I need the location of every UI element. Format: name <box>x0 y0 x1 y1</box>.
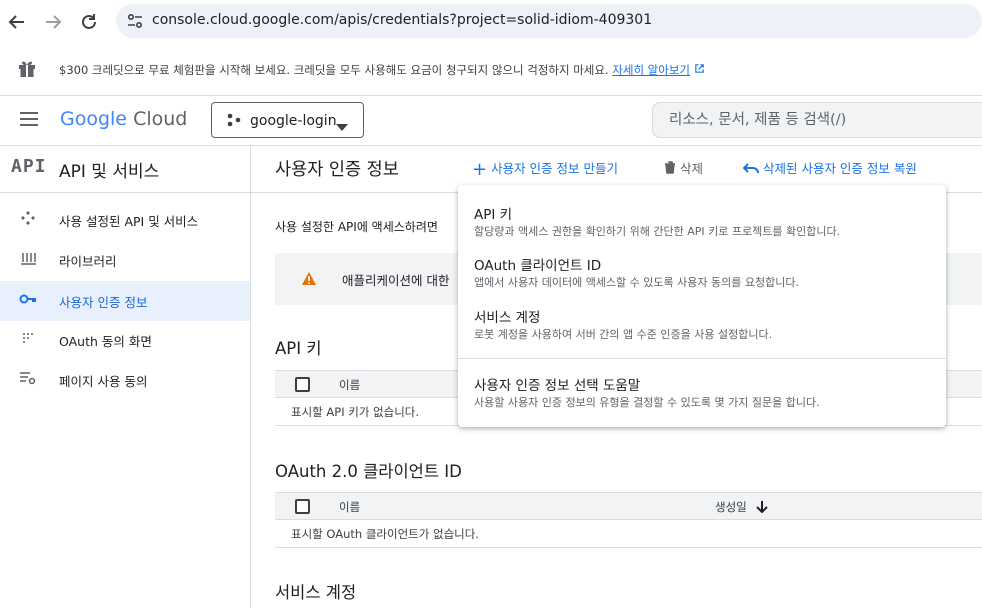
sidebar-header: API API 및 서비스 <box>0 146 250 193</box>
restore-deleted-credentials-button[interactable]: 삭제된 사용자 인증 정보 복원 <box>742 158 917 177</box>
address-bar[interactable]: console.cloud.google.com/apis/credential… <box>116 4 982 38</box>
project-selector[interactable]: google-login <box>211 102 364 138</box>
library-icon <box>18 250 38 270</box>
sidebar-title: API 및 서비스 <box>59 162 160 182</box>
sidebar-item-library[interactable]: 라이브러리 <box>0 240 250 280</box>
menu-item-title: OAuth 클라이언트 ID <box>474 258 602 274</box>
create-credentials-label: 사용자 인증 정보 만들기 <box>491 161 618 176</box>
oauth-section-title: OAuth 2.0 클라이언트 ID <box>275 462 462 481</box>
column-created[interactable]: 생성일 <box>715 499 769 515</box>
api-keys-empty-text: 표시할 API 키가 없습니다. <box>291 405 420 419</box>
free-trial-banner: $300 크레딧으로 무료 체험판을 시작해 보세요. 크레딧을 모두 사용해도… <box>0 44 982 96</box>
console-header: Google Cloud google-login <box>0 96 982 146</box>
menu-item-credentials-help[interactable]: 사용자 인증 정보 선택 도움말 사용할 사용자 인증 정보의 유형을 결정할 … <box>458 372 946 422</box>
column-name[interactable]: 이름 <box>339 377 360 393</box>
oauth-empty-text: 표시할 OAuth 클라이언트가 없습니다. <box>291 527 479 541</box>
sidebar-item-oauth-consent[interactable]: OAuth 동의 화면 <box>0 320 250 360</box>
menu-item-title: 사용자 인증 정보 선택 도움말 <box>474 378 641 394</box>
site-info-icon[interactable] <box>126 12 144 34</box>
create-credentials-menu: API 키 할당량과 액세스 권한을 확인하기 위해 간단한 API 키로 프로… <box>458 185 946 427</box>
service-accounts-section-title: 서비스 계정 <box>275 583 357 602</box>
delete-button[interactable]: 삭제 <box>664 158 703 177</box>
select-all-checkbox[interactable] <box>295 499 310 514</box>
sort-arrow-down-icon <box>750 500 769 514</box>
back-arrow-icon[interactable] <box>6 11 28 33</box>
menu-item-desc: 사용할 사용자 인증 정보의 유형을 결정할 수 있도록 몇 가지 질문을 합니… <box>474 396 820 409</box>
sidebar-item-page-usage-agreement[interactable]: 페이지 사용 동의 <box>0 360 250 400</box>
project-name: google-login <box>250 113 337 129</box>
api-keys-section-title: API 키 <box>275 339 322 358</box>
browser-toolbar: console.cloud.google.com/apis/credential… <box>0 0 982 44</box>
menu-item-oauth-client-id[interactable]: OAuth 클라이언트 ID 앱에서 사용자 데이터에 액세스할 수 있도록 사… <box>458 252 946 302</box>
intro-text: 사용 설정한 API에 액세스하려면 <box>275 220 438 234</box>
restore-label: 삭제된 사용자 인증 정보 복원 <box>762 161 917 176</box>
warning-icon <box>301 271 317 290</box>
api-badge-icon: API <box>11 156 47 177</box>
create-credentials-button[interactable]: + 사용자 인증 정보 만들기 <box>472 158 618 180</box>
column-name[interactable]: 이름 <box>339 499 360 515</box>
learn-more-link[interactable]: 자세히 알아보기 <box>612 63 690 77</box>
logo-cloud-text: Cloud <box>133 108 188 130</box>
reload-icon[interactable] <box>78 11 100 33</box>
select-all-checkbox[interactable] <box>295 377 310 392</box>
dropdown-arrow-icon <box>336 117 348 136</box>
project-hierarchy-icon <box>226 113 242 133</box>
google-cloud-logo[interactable]: Google Cloud <box>60 108 187 130</box>
menu-item-title: 서비스 계정 <box>474 310 541 326</box>
undo-icon <box>742 161 763 176</box>
search-box[interactable] <box>652 102 982 138</box>
menu-item-desc: 앱에서 사용자 데이터에 액세스할 수 있도록 사용자 동의를 요청합니다. <box>474 276 799 289</box>
logo-google-text: Google <box>60 108 128 130</box>
page-title: 사용자 인증 정보 <box>275 160 399 180</box>
gift-icon <box>17 59 37 83</box>
plus-icon: + <box>472 159 488 180</box>
forward-arrow-icon[interactable] <box>42 11 64 33</box>
diamond-icon <box>18 210 38 230</box>
sidebar-item-label: 페이지 사용 동의 <box>59 374 148 389</box>
hamburger-menu-icon[interactable] <box>19 111 39 131</box>
external-link-icon <box>694 63 705 77</box>
search-input[interactable] <box>669 110 969 130</box>
sidebar-item-label: 사용자 인증 정보 <box>59 295 148 310</box>
key-icon <box>18 291 38 311</box>
sidebar-item-label: OAuth 동의 화면 <box>59 334 152 349</box>
oauth-table-header: 이름 생성일 <box>275 492 982 520</box>
dots-icon <box>18 330 38 350</box>
settings-list-icon <box>18 370 38 390</box>
sidebar-item-enabled-apis[interactable]: 사용 설정된 API 및 서비스 <box>0 200 250 240</box>
column-created-label: 생성일 <box>715 500 747 514</box>
oauth-empty-row: 표시할 OAuth 클라이언트가 없습니다. <box>275 520 982 548</box>
delete-label: 삭제 <box>679 161 703 176</box>
banner-message: $300 크레딧으로 무료 체험판을 시작해 보세요. 크레딧을 모두 사용해도… <box>59 63 609 77</box>
menu-divider <box>458 358 946 359</box>
warning-text: 애플리케이션에 대한 <box>342 273 450 288</box>
sidebar-item-label: 사용 설정된 API 및 서비스 <box>59 214 199 229</box>
url-text: console.cloud.google.com/apis/credential… <box>152 12 653 28</box>
sidebar-item-label: 라이브러리 <box>59 254 117 269</box>
sidebar: API API 및 서비스 사용 설정된 API 및 서비스 라이브러리 사용자… <box>0 146 251 608</box>
menu-item-service-account[interactable]: 서비스 계정 로봇 계정을 사용하여 서버 간의 앱 수준 인증을 사용 설정합… <box>458 304 946 354</box>
trash-icon <box>664 161 680 176</box>
sidebar-item-credentials[interactable]: 사용자 인증 정보 <box>0 281 250 321</box>
menu-item-api-key[interactable]: API 키 할당량과 액세스 권한을 확인하기 위해 간단한 API 키로 프로… <box>458 201 946 251</box>
menu-item-desc: 할당량과 액세스 권한을 확인하기 위해 간단한 API 키로 프로젝트를 확인… <box>474 225 841 238</box>
menu-item-desc: 로봇 계정을 사용하여 서버 간의 앱 수준 인증을 사용 설정합니다. <box>474 328 773 341</box>
menu-item-title: API 키 <box>474 207 513 223</box>
